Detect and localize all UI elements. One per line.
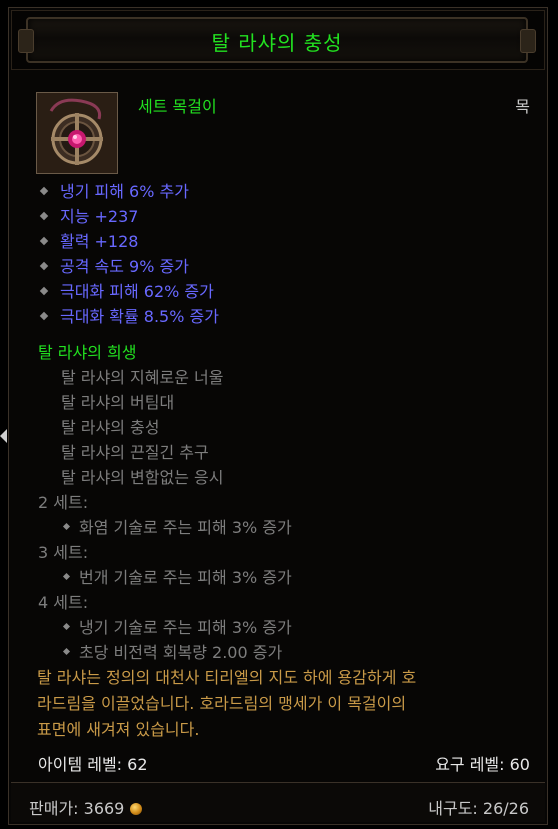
stat-line: 극대화 확률 8.5% 증가 bbox=[39, 303, 219, 327]
bullet-icon bbox=[39, 311, 49, 320]
set-tier-label: 4 세트: bbox=[38, 593, 89, 612]
set-item: 탈 라샤의 충성 bbox=[61, 418, 160, 437]
bullet-icon bbox=[62, 522, 71, 531]
title-banner: 탈 라샤의 충성 bbox=[18, 17, 536, 63]
set-item: 탈 라샤의 지혜로운 너울 bbox=[61, 368, 224, 387]
item-title-text: 탈 라샤의 충성 bbox=[211, 31, 343, 55]
left-arrow-icon bbox=[0, 429, 7, 443]
stat-text: 극대화 확률 8.5% 증가 bbox=[60, 307, 219, 326]
sell-price: 판매가: 3669 bbox=[29, 795, 143, 819]
set-bonus-text: 번개 기술로 주는 피해 3% 증가 bbox=[79, 568, 292, 587]
bullet-icon bbox=[62, 647, 71, 656]
flavor-text: 탈 라샤는 정의의 대천사 티리엘의 지도 하에 용감하게 호 라드림을 이끌었… bbox=[37, 665, 537, 743]
set-tier-label: 3 세트: bbox=[38, 543, 89, 562]
set-item: 탈 라샤의 끈질긴 추구 bbox=[61, 443, 209, 462]
set-item: 탈 라샤의 변함없는 응시 bbox=[61, 468, 224, 487]
flavor-line: 라드림을 이끌었습니다. 호라드림의 맹세가 이 목걸이의 bbox=[37, 694, 407, 713]
stat-line: 극대화 피해 62% 증가 bbox=[39, 278, 214, 302]
set-name: 탈 라샤의 희생 bbox=[38, 343, 137, 362]
set-bonus-text: 냉기 기술로 주는 피해 3% 증가 bbox=[79, 618, 292, 637]
item-tooltip: 탈 라샤의 충성 세트 목걸이 목 냉기 피해 6% 추가 지능 +237 활력… bbox=[8, 7, 548, 825]
tooltip-footer: 판매가: 3669 내구도: 26/26 bbox=[11, 782, 545, 822]
set-item: 탈 라샤의 버팀대 bbox=[61, 393, 175, 412]
stat-text: 지능 +237 bbox=[60, 207, 139, 226]
stat-text: 활력 +128 bbox=[60, 232, 139, 251]
bullet-icon bbox=[39, 186, 49, 195]
set-bonus: 냉기 기술로 주는 피해 3% 증가 bbox=[62, 614, 292, 638]
set-bonus: 초당 비전력 회복량 2.00 증가 bbox=[62, 639, 283, 663]
stat-line: 지능 +237 bbox=[39, 203, 139, 227]
set-bonus: 화염 기술로 주는 피해 3% 증가 bbox=[62, 514, 292, 538]
set-bonus-text: 초당 비전력 회복량 2.00 증가 bbox=[79, 643, 283, 662]
bullet-icon bbox=[39, 211, 49, 220]
item-title: 탈 라샤의 충성 bbox=[28, 27, 526, 56]
flavor-line: 표면에 새겨져 있습니다. bbox=[37, 720, 200, 739]
item-type: 세트 목걸이 bbox=[138, 97, 217, 116]
bullet-icon bbox=[39, 236, 49, 245]
required-level: 요구 레벨: 60 bbox=[435, 755, 530, 774]
set-bonus-text: 화염 기술로 주는 피해 3% 증가 bbox=[79, 518, 292, 537]
amulet-icon bbox=[37, 93, 117, 173]
set-bonus: 번개 기술로 주는 피해 3% 증가 bbox=[62, 564, 292, 588]
gold-coin-icon bbox=[130, 802, 143, 815]
item-icon-frame bbox=[36, 92, 118, 174]
tooltip-header: 탈 라샤의 충성 bbox=[11, 10, 545, 70]
bullet-icon bbox=[39, 261, 49, 270]
stat-text: 냉기 피해 6% 추가 bbox=[60, 182, 189, 201]
sell-price-text: 판매가: 3669 bbox=[29, 799, 125, 818]
flavor-line: 탈 라샤는 정의의 대천사 티리엘의 지도 하에 용감하게 호 bbox=[37, 668, 417, 687]
stat-line: 냉기 피해 6% 추가 bbox=[39, 178, 189, 202]
item-level: 아이템 레벨: 62 bbox=[38, 755, 148, 774]
stat-text: 공격 속도 9% 증가 bbox=[60, 257, 189, 276]
set-tier-label: 2 세트: bbox=[38, 493, 89, 512]
stat-line: 활력 +128 bbox=[39, 228, 139, 252]
bullet-icon bbox=[62, 572, 71, 581]
stat-line: 공격 속도 9% 증가 bbox=[39, 253, 189, 277]
item-slot: 목 bbox=[515, 97, 530, 116]
bullet-icon bbox=[62, 622, 71, 631]
durability: 내구도: 26/26 bbox=[428, 799, 529, 818]
bullet-icon bbox=[39, 286, 49, 295]
stat-text: 극대화 피해 62% 증가 bbox=[60, 282, 214, 301]
